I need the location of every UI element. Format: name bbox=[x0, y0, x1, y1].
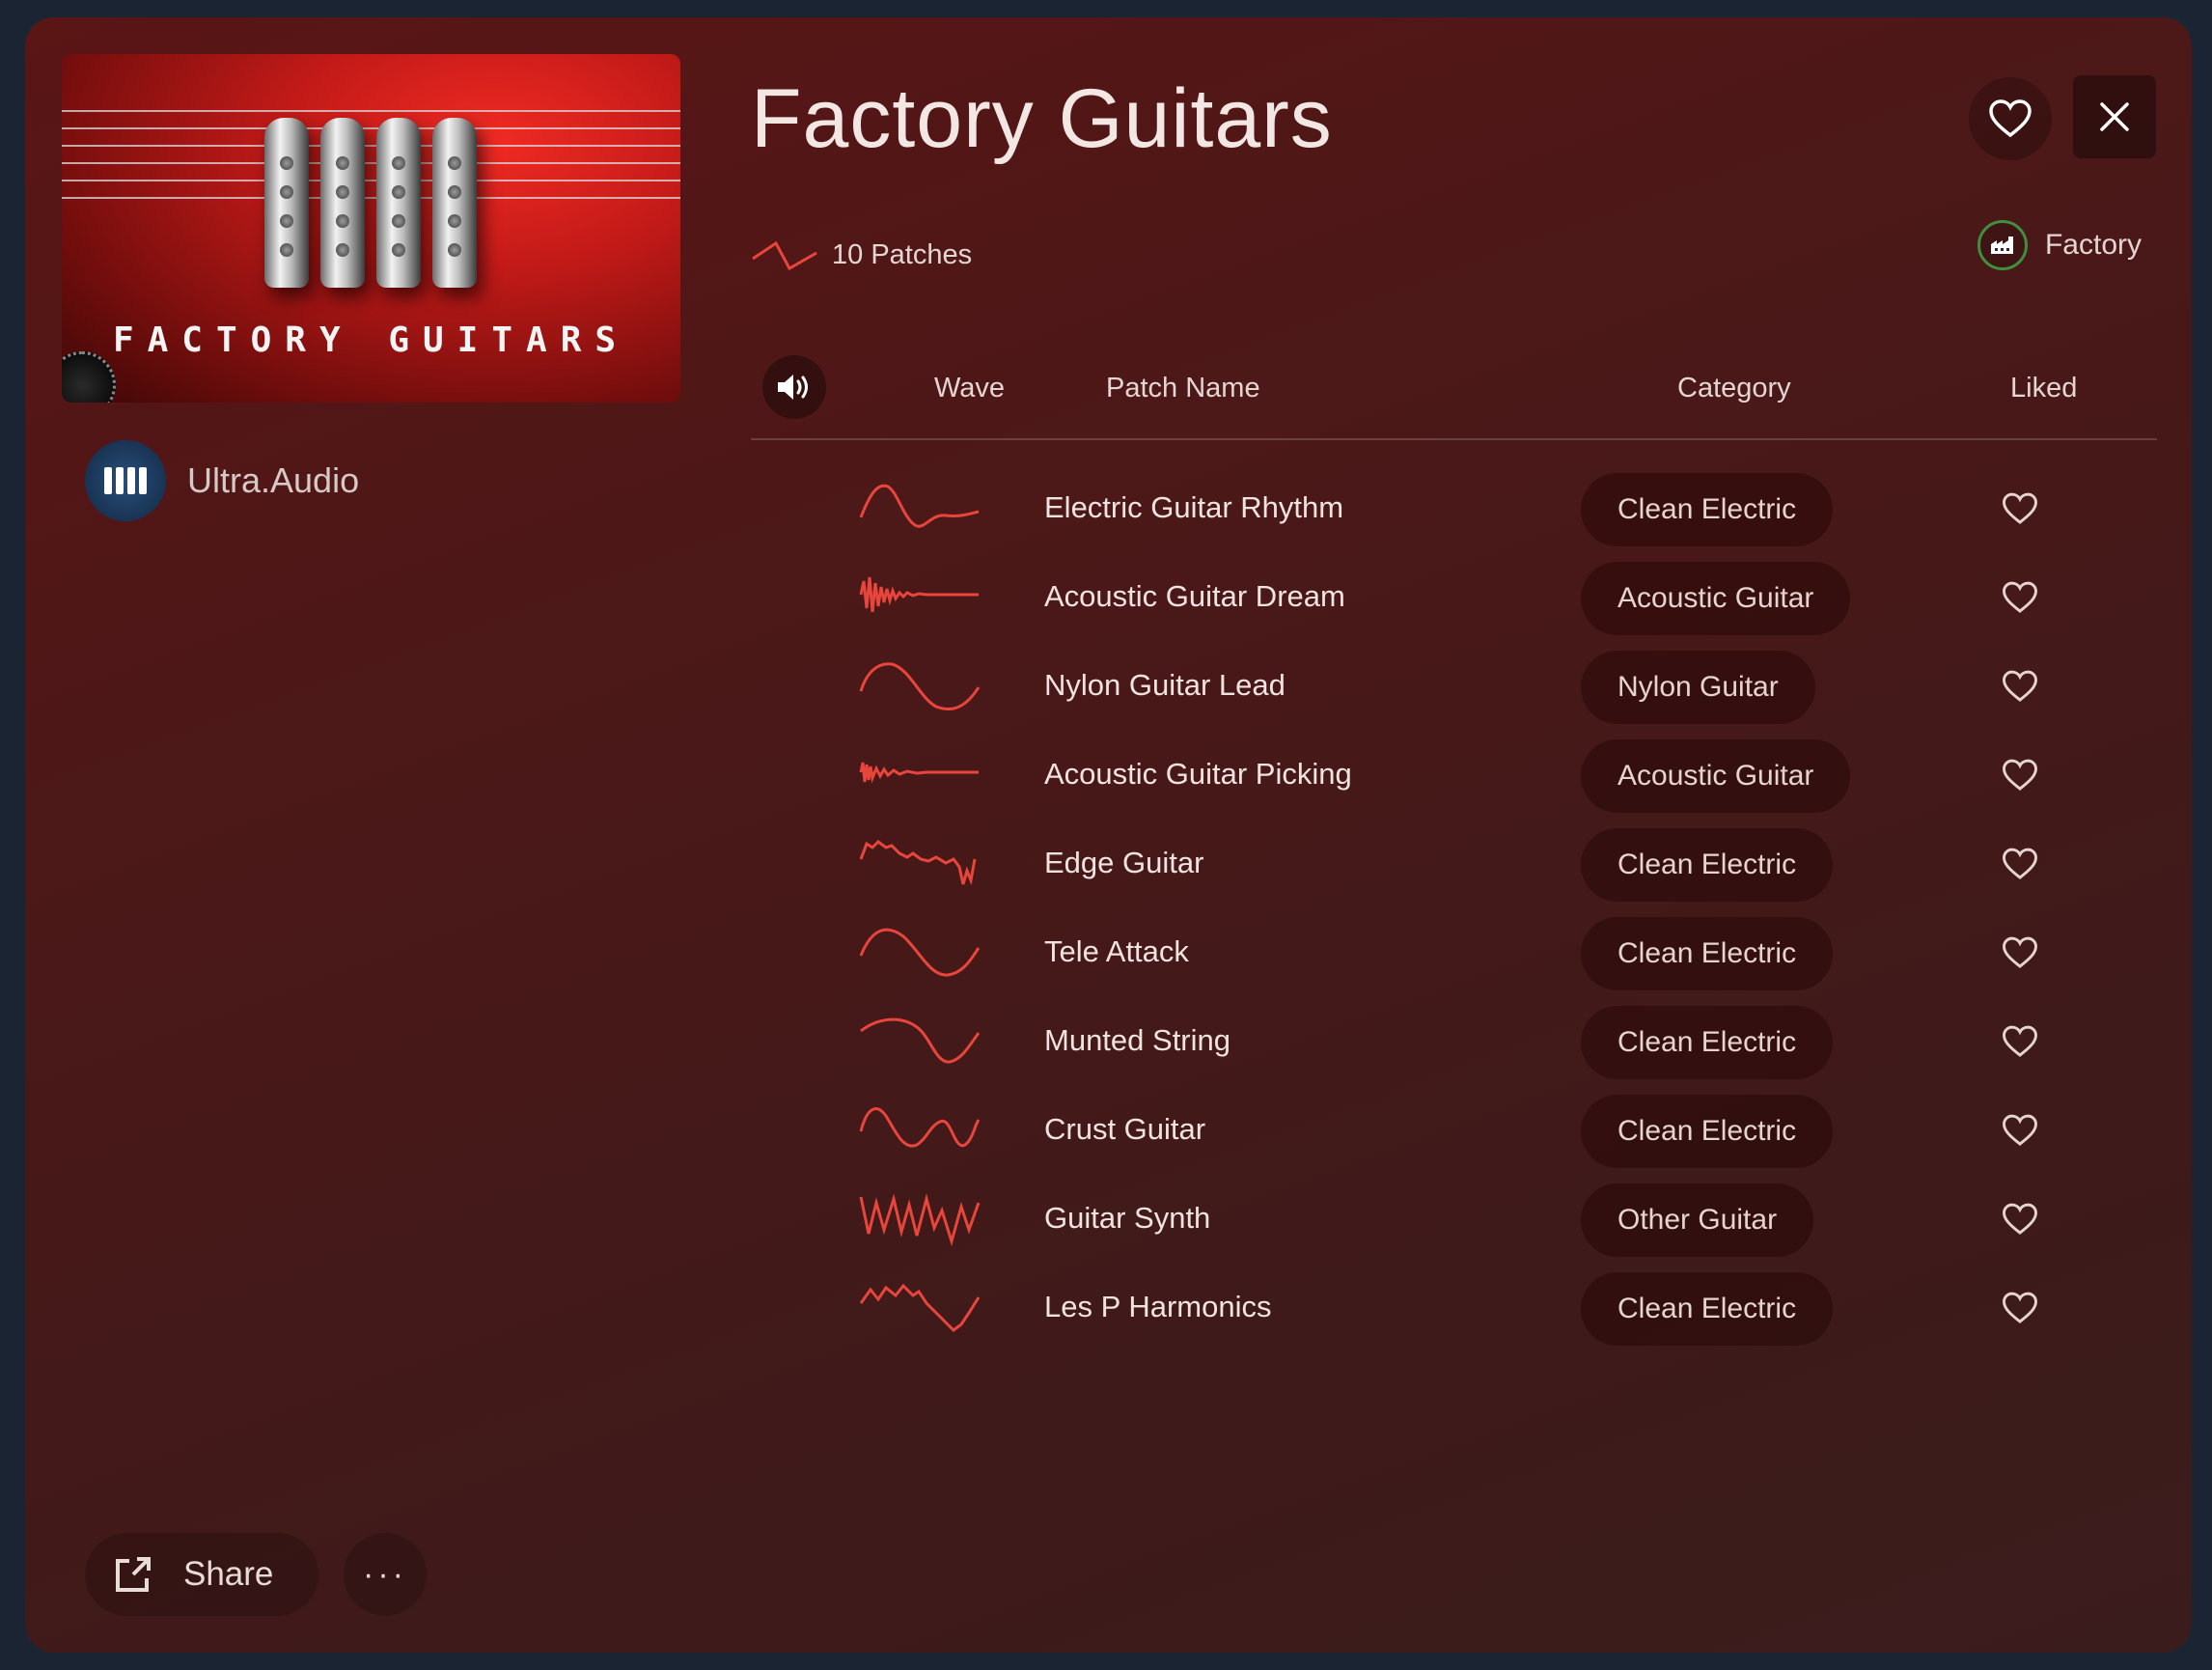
cover-artwork: FACTORY GUITARS bbox=[62, 54, 680, 403]
table-row[interactable]: Tele Attack Clean Electric bbox=[751, 909, 2157, 998]
pickup bbox=[320, 118, 365, 288]
patch-list: Electric Guitar Rhythm Clean Electric Ac… bbox=[751, 465, 2157, 1353]
category-tag[interactable]: Clean Electric bbox=[1581, 473, 1834, 546]
guitar-string bbox=[62, 197, 680, 199]
heart-outline-icon[interactable] bbox=[2002, 668, 2038, 705]
heart-outline-icon[interactable] bbox=[2002, 934, 2038, 971]
table-row[interactable]: Munted String Clean Electric bbox=[751, 998, 2157, 1087]
share-label: Share bbox=[183, 1555, 274, 1593]
heart-outline-icon[interactable] bbox=[2002, 757, 2038, 793]
author[interactable]: Ultra.Audio bbox=[85, 440, 359, 521]
table-row[interactable]: Nylon Guitar Lead Nylon Guitar bbox=[751, 643, 2157, 732]
heart-outline-icon[interactable] bbox=[2002, 1023, 2038, 1060]
waveform-zigzag-icon bbox=[752, 240, 817, 271]
guitar-string bbox=[62, 127, 680, 129]
guitar-string bbox=[62, 162, 680, 164]
table-row[interactable]: Acoustic Guitar Picking Acoustic Guitar bbox=[751, 732, 2157, 821]
waveform-thumbnail bbox=[859, 1283, 981, 1332]
pickup bbox=[264, 118, 309, 288]
close-icon bbox=[2100, 102, 2129, 131]
heart-outline-icon bbox=[1989, 99, 2032, 138]
patch-name: Nylon Guitar Lead bbox=[1044, 668, 1286, 702]
category-tag[interactable]: Clean Electric bbox=[1581, 917, 1834, 990]
waveform-thumbnail bbox=[859, 484, 980, 528]
table-row[interactable]: Guitar Synth Other Guitar bbox=[751, 1176, 2157, 1265]
source-label: Factory bbox=[2044, 229, 2142, 261]
heart-outline-icon[interactable] bbox=[2002, 579, 2038, 616]
patch-name: Electric Guitar Rhythm bbox=[1044, 490, 1344, 524]
patch-name: Munted String bbox=[1044, 1023, 1230, 1057]
table-row[interactable]: Edge Guitar Clean Electric bbox=[751, 821, 2157, 909]
heart-outline-icon[interactable] bbox=[2002, 1112, 2038, 1149]
heart-outline-icon[interactable] bbox=[2002, 490, 2038, 527]
waveform-thumbnail bbox=[859, 1107, 981, 1148]
waveform-thumbnail bbox=[859, 840, 977, 886]
column-header-liked[interactable]: Liked bbox=[2010, 373, 2077, 404]
pickup bbox=[376, 118, 421, 288]
table-row[interactable]: Crust Guitar Clean Electric bbox=[751, 1087, 2157, 1176]
table-row[interactable]: Les P Harmonics Clean Electric bbox=[751, 1265, 2157, 1353]
page-title: Factory Guitars bbox=[751, 72, 1333, 165]
patch-pack-panel: FACTORY GUITARS Ultra.Audio Share ··· Fa… bbox=[25, 17, 2192, 1653]
heart-outline-icon[interactable] bbox=[2002, 846, 2038, 882]
patch-name: Acoustic Guitar Dream bbox=[1044, 579, 1345, 613]
table-header: Wave Patch Name Category Liked bbox=[751, 338, 2157, 440]
category-tag[interactable]: Clean Electric bbox=[1581, 1272, 1834, 1346]
cover-title: FACTORY GUITARS bbox=[112, 320, 630, 360]
source-factory[interactable]: Factory bbox=[1977, 220, 2142, 270]
guitar-string bbox=[62, 145, 680, 147]
waveform-thumbnail bbox=[859, 662, 981, 710]
patch-name: Tele Attack bbox=[1044, 934, 1189, 968]
share-button[interactable]: Share bbox=[85, 1533, 318, 1616]
column-header-wave[interactable]: Wave bbox=[934, 373, 1005, 404]
category-tag[interactable]: Clean Electric bbox=[1581, 1095, 1834, 1168]
share-external-icon bbox=[116, 1557, 151, 1592]
patch-name: Guitar Synth bbox=[1044, 1201, 1211, 1235]
guitar-string bbox=[62, 110, 680, 112]
category-tag[interactable]: Other Guitar bbox=[1581, 1183, 1814, 1257]
preview-toggle-button[interactable] bbox=[762, 355, 826, 419]
speaker-icon bbox=[778, 375, 808, 400]
category-tag[interactable]: Clean Electric bbox=[1581, 828, 1834, 902]
column-header-patch-name[interactable]: Patch Name bbox=[1106, 373, 1260, 404]
waveform-thumbnail bbox=[859, 762, 979, 784]
category-tag[interactable]: Acoustic Guitar bbox=[1581, 562, 1851, 635]
close-button[interactable] bbox=[2073, 75, 2156, 158]
heart-outline-icon[interactable] bbox=[2002, 1201, 2038, 1238]
category-tag[interactable]: Clean Electric bbox=[1581, 1006, 1834, 1079]
pickup bbox=[432, 118, 477, 288]
patch-name: Crust Guitar bbox=[1044, 1112, 1206, 1146]
column-header-category[interactable]: Category bbox=[1677, 373, 1791, 404]
more-button[interactable]: ··· bbox=[344, 1533, 427, 1616]
patch-count: 10 Patches bbox=[751, 236, 972, 274]
piano-keys-icon bbox=[85, 440, 166, 521]
category-tag[interactable]: Acoustic Guitar bbox=[1581, 739, 1851, 813]
factory-icon bbox=[1977, 220, 2028, 270]
author-name: Ultra.Audio bbox=[187, 460, 360, 500]
ellipsis-icon: ··· bbox=[363, 1555, 407, 1593]
waveform-thumbnail bbox=[860, 1017, 981, 1064]
waveform-thumbnail bbox=[859, 1193, 981, 1247]
favorite-button[interactable] bbox=[1969, 77, 2052, 160]
guitar-string bbox=[62, 180, 680, 181]
table-row[interactable]: Acoustic Guitar Dream Acoustic Guitar bbox=[751, 554, 2157, 643]
heart-outline-icon[interactable] bbox=[2002, 1290, 2038, 1326]
patch-name: Edge Guitar bbox=[1044, 846, 1204, 879]
patch-name: Les P Harmonics bbox=[1044, 1290, 1272, 1323]
patch-name: Acoustic Guitar Picking bbox=[1044, 757, 1352, 791]
table-row[interactable]: Electric Guitar Rhythm Clean Electric bbox=[751, 465, 2157, 554]
patch-count-label: 10 Patches bbox=[832, 238, 973, 270]
waveform-thumbnail bbox=[859, 576, 979, 613]
waveform-thumbnail bbox=[859, 928, 981, 977]
category-tag[interactable]: Nylon Guitar bbox=[1581, 651, 1815, 724]
